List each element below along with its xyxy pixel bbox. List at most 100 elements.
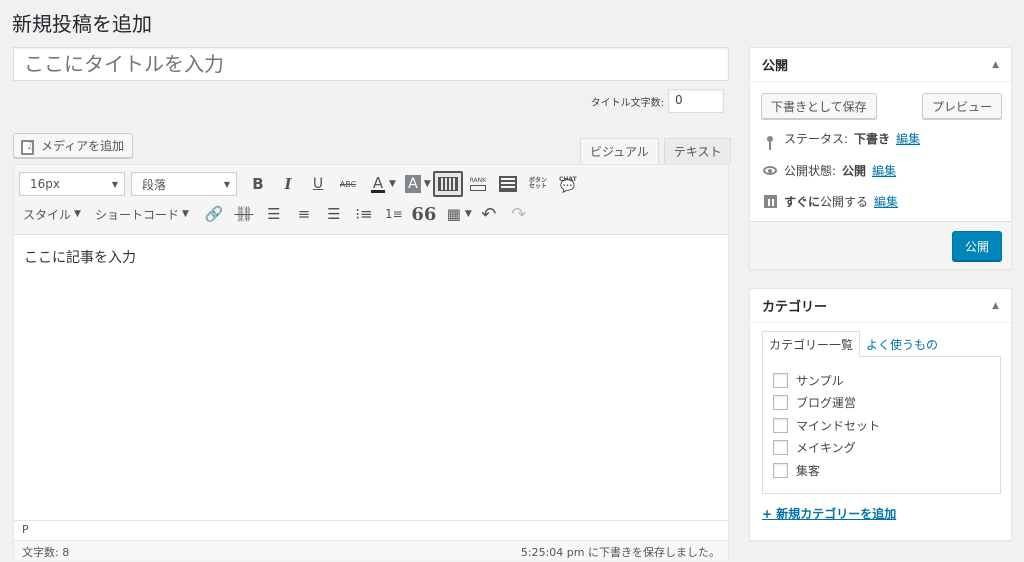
category-label: ブログ運営 bbox=[796, 396, 857, 411]
align-left-icon: ☰ bbox=[267, 205, 281, 223]
italic-button[interactable]: I bbox=[273, 171, 303, 197]
table-insert-button[interactable]: ▦ bbox=[439, 201, 469, 227]
text-color-button[interactable]: A bbox=[363, 171, 393, 197]
page-title: 新規投稿を追加 bbox=[12, 12, 152, 36]
list-item[interactable]: マインドセット bbox=[773, 414, 990, 437]
shortcode-dropdown[interactable]: ショートコード ▼ bbox=[91, 201, 193, 227]
tab-all-categories[interactable]: カテゴリー一覧 bbox=[762, 331, 861, 357]
redo-button[interactable]: ↷ bbox=[504, 201, 534, 227]
list-item[interactable]: メイキング bbox=[773, 437, 990, 460]
align-left-button[interactable]: ☰ bbox=[259, 201, 289, 227]
bold-button[interactable]: B bbox=[243, 171, 273, 197]
category-checkbox[interactable] bbox=[773, 395, 788, 411]
quote-icon: 66 bbox=[411, 203, 437, 225]
table-button[interactable] bbox=[493, 171, 523, 197]
align-center-button[interactable]: ≡ bbox=[289, 201, 319, 227]
align-right-button[interactable]: ☰ bbox=[319, 201, 349, 227]
list-item[interactable]: サンプル bbox=[773, 369, 990, 392]
tab-visual[interactable]: ビジュアル bbox=[580, 138, 659, 164]
editor-content[interactable]: ここに記事を入力 bbox=[14, 235, 728, 519]
category-checkbox[interactable] bbox=[773, 372, 788, 388]
button-set-button[interactable]: ボタン セット bbox=[523, 171, 553, 197]
calendar-icon bbox=[762, 195, 778, 208]
media-icon bbox=[20, 138, 36, 155]
edit-status-link[interactable]: 編集 bbox=[896, 130, 920, 147]
autosave-message: 5:25:04 pm に下書きを保存しました。 bbox=[520, 546, 720, 559]
unlink-icon: ⛓ bbox=[234, 205, 254, 223]
undo-button[interactable]: ↶ bbox=[474, 201, 504, 227]
preview-button[interactable]: プレビュー bbox=[921, 93, 1002, 119]
chevron-down-icon: ▼ bbox=[74, 209, 81, 219]
chat-icon: CHAT 💬 bbox=[558, 175, 577, 193]
editor-tabs: ビジュアル テキスト bbox=[580, 138, 732, 164]
post-title-input[interactable] bbox=[13, 47, 729, 81]
category-box-header[interactable]: カテゴリー ▲ bbox=[750, 289, 1011, 323]
tab-text[interactable]: テキスト bbox=[663, 138, 732, 164]
background-color-icon: A bbox=[405, 175, 421, 193]
strikethrough-button[interactable]: ABC bbox=[333, 171, 363, 197]
list-item[interactable]: 集客 bbox=[773, 459, 990, 482]
rank-button[interactable]: RANK bbox=[463, 171, 493, 197]
style-dropdown[interactable]: スタイル ▼ bbox=[19, 201, 85, 227]
category-label: マインドセット bbox=[796, 418, 881, 433]
publish-actions: 公開 bbox=[750, 221, 1011, 269]
strikethrough-icon: ABC bbox=[339, 179, 357, 189]
redo-icon: ↷ bbox=[511, 203, 527, 225]
edit-visibility-link[interactable]: 編集 bbox=[872, 162, 896, 179]
keyboard-icon bbox=[437, 177, 458, 191]
publish-button[interactable]: 公開 bbox=[951, 231, 1002, 261]
list-item[interactable]: ブログ運営 bbox=[773, 392, 990, 415]
tab-most-used[interactable]: よく使うもの bbox=[860, 331, 944, 357]
numbered-list-button[interactable]: 1≡ bbox=[379, 201, 409, 227]
add-new-category-link[interactable]: + 新規カテゴリーを追加 bbox=[762, 505, 896, 522]
title-char-count-label: タイトル文字数: bbox=[590, 97, 664, 109]
visibility-label: 公開状態: bbox=[784, 164, 837, 178]
category-box-title: カテゴリー bbox=[762, 300, 828, 315]
title-char-count-value: 0 bbox=[668, 89, 724, 113]
rank-icon: RANK bbox=[469, 177, 487, 191]
bullet-list-button[interactable]: ⁝≡ bbox=[349, 201, 379, 227]
align-right-icon: ☰ bbox=[327, 205, 341, 223]
add-media-label: メディアを追加 bbox=[41, 139, 125, 153]
background-color-button[interactable]: A bbox=[398, 171, 428, 197]
font-size-value: 16px bbox=[30, 177, 60, 191]
shortcode-label: ショートコード bbox=[94, 207, 179, 222]
align-center-icon: ≡ bbox=[297, 205, 311, 223]
save-draft-button[interactable]: 下書きとして保存 bbox=[761, 93, 877, 119]
text-color-icon: A bbox=[370, 173, 386, 193]
format-select[interactable]: 段落 ▼ bbox=[131, 172, 237, 196]
chat-button[interactable]: CHAT 💬 bbox=[553, 171, 583, 197]
schedule-bold: すぐに bbox=[784, 195, 821, 209]
category-checkbox[interactable] bbox=[773, 440, 788, 456]
category-checkbox[interactable] bbox=[773, 462, 788, 478]
category-tabs: カテゴリー一覧 よく使うもの bbox=[762, 331, 944, 357]
font-size-select[interactable]: 16px ▼ bbox=[19, 172, 125, 196]
status-value: 下書き bbox=[854, 132, 891, 146]
remove-link-button[interactable]: ⛓ bbox=[229, 201, 259, 227]
add-media-button[interactable]: メディアを追加 bbox=[13, 133, 134, 158]
publish-box-title: 公開 bbox=[762, 59, 789, 74]
underline-button[interactable]: U bbox=[303, 171, 333, 197]
button-set-icon: ボタン セット bbox=[529, 178, 547, 190]
chevron-down-icon: ▼ bbox=[223, 179, 230, 189]
blockquote-button[interactable]: 66 bbox=[409, 201, 439, 227]
insert-link-button[interactable]: 🔗 bbox=[199, 201, 229, 227]
category-label: メイキング bbox=[796, 441, 856, 456]
publish-box-header[interactable]: 公開 ▲ bbox=[750, 48, 1011, 82]
link-icon: 🔗 bbox=[204, 205, 224, 223]
editor-toolbar: 16px ▼ 段落 ▼ B I U ABC A ▼ A ▼ RANK ボタン セッ… bbox=[14, 165, 728, 235]
chevron-down-icon: ▼ bbox=[181, 209, 189, 219]
collapse-arrow-icon[interactable]: ▲ bbox=[992, 60, 999, 70]
category-list: サンプル ブログ運営 マインドセット メイキング 集客 bbox=[762, 356, 1001, 494]
category-checkbox[interactable] bbox=[773, 417, 788, 433]
rank-label: RANK bbox=[469, 177, 487, 184]
collapse-arrow-icon[interactable]: ▲ bbox=[992, 301, 999, 311]
element-path: P bbox=[14, 520, 728, 540]
keyboard-button[interactable] bbox=[432, 171, 463, 197]
edit-schedule-link[interactable]: 編集 bbox=[874, 193, 898, 210]
word-count: 文字数: 8 bbox=[22, 546, 70, 559]
numbered-list-icon: 1≡ bbox=[385, 207, 403, 221]
style-label: スタイル bbox=[23, 207, 72, 222]
undo-icon: ↶ bbox=[481, 203, 497, 225]
post-editor: 16px ▼ 段落 ▼ B I U ABC A ▼ A ▼ RANK ボタン セッ… bbox=[13, 164, 729, 560]
